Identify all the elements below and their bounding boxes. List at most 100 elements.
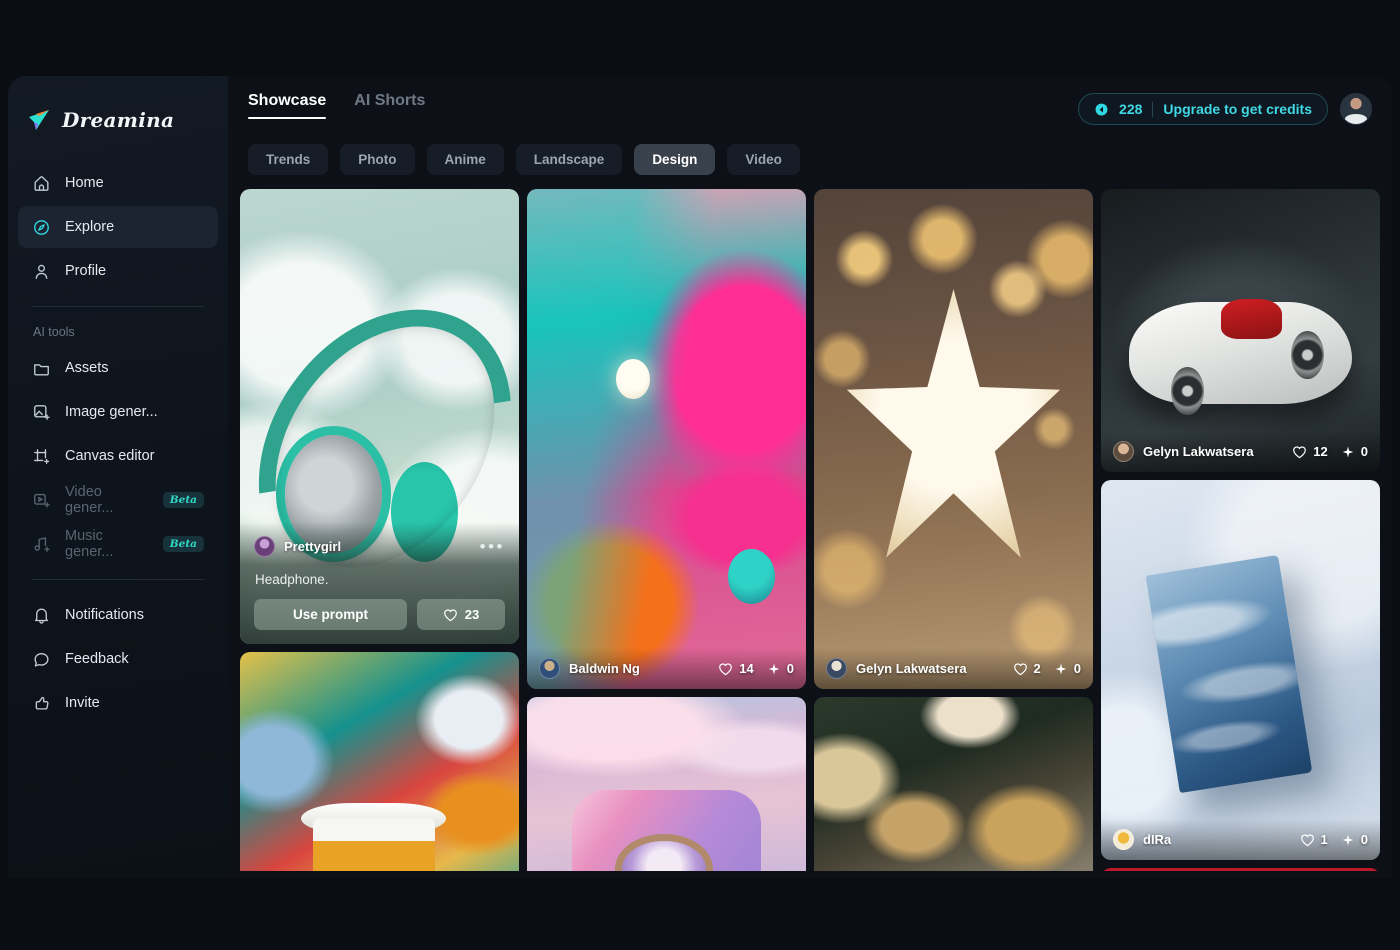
sidebar: Dreamina Home Explore Profile AI tools A… [8, 76, 228, 878]
remix-stat[interactable]: 0 [1054, 661, 1081, 676]
sidebar-item-explore[interactable]: Explore [18, 206, 218, 248]
credit-amount: 228 [1119, 101, 1143, 117]
artwork-book [1101, 480, 1380, 860]
card-hover-panel: Prettygirl ••• Headphone. Use prompt 23 [240, 522, 519, 644]
tab-bar: Showcase AI Shorts [248, 92, 425, 119]
filter-chip-trends[interactable]: Trends [248, 144, 329, 175]
card-author-name: dIRa [1143, 832, 1172, 847]
like-stat[interactable]: 12 [1292, 444, 1328, 459]
remix-stat[interactable]: 0 [767, 661, 794, 676]
sidebar-item-label: Profile [65, 263, 107, 279]
brand[interactable]: Dreamina [18, 94, 218, 140]
avatar[interactable] [1113, 829, 1134, 850]
gallery-card-ornaments[interactable] [814, 697, 1093, 871]
more-options-icon[interactable]: ••• [480, 538, 505, 555]
sidebar-item-music-generator[interactable]: Music gener... Beta [18, 523, 218, 565]
filter-chips: Trends Photo Anime Landscape Design Vide… [236, 138, 1384, 189]
card-author-name: Gelyn Lakwatsera [856, 661, 967, 676]
sidebar-item-home[interactable]: Home [18, 162, 218, 204]
gallery-card-book[interactable]: dIRa 1 0 [1101, 480, 1380, 860]
filter-chip-video[interactable]: Video [727, 144, 800, 175]
gallery-card-star[interactable]: Gelyn Lakwatsera 2 0 [814, 189, 1093, 689]
compass-icon [34, 219, 49, 235]
primary-nav: Home Explore Profile [18, 162, 218, 292]
gallery-grid[interactable]: Prettygirl ••• Headphone. Use prompt 23 [236, 189, 1384, 871]
filter-chip-anime[interactable]: Anime [426, 144, 504, 175]
avatar[interactable] [1113, 441, 1134, 462]
top-bar: Showcase AI Shorts 228 Upgrade to get cr… [236, 76, 1384, 138]
avatar[interactable] [539, 658, 560, 679]
filter-chip-design[interactable]: Design [634, 144, 716, 175]
like-stat[interactable]: 14 [718, 661, 754, 676]
gallery-card-next-partial[interactable] [1101, 868, 1380, 871]
gallery-card-room[interactable]: Baldwin Ng 14 0 [527, 189, 806, 689]
gallery-column-1: Prettygirl ••• Headphone. Use prompt 23 [240, 189, 519, 871]
app-window: Dreamina Home Explore Profile AI tools A… [8, 76, 1392, 878]
avatar[interactable] [1340, 93, 1372, 125]
sidebar-item-label: Notifications [65, 607, 144, 623]
remix-stat[interactable]: 0 [1341, 444, 1368, 459]
sidebar-item-video-generator[interactable]: Video gener... Beta [18, 479, 218, 521]
gallery-card-car[interactable]: Gelyn Lakwatsera 12 0 [1101, 189, 1380, 472]
like-stat[interactable]: 1 [1300, 832, 1328, 847]
sidebar-divider-1 [32, 306, 204, 307]
sidebar-section-label: AI tools [33, 325, 75, 339]
remix-stat[interactable]: 0 [1341, 832, 1368, 847]
gallery-column-2: Baldwin Ng 14 0 [527, 189, 806, 871]
artwork-ornaments [814, 697, 1093, 871]
sidebar-item-notifications[interactable]: Notifications [18, 594, 218, 636]
sidebar-item-label: Canvas editor [65, 448, 155, 464]
sidebar-item-assets[interactable]: Assets [18, 347, 218, 389]
use-prompt-button[interactable]: Use prompt [254, 599, 407, 630]
sidebar-item-label: Video gener... [65, 484, 114, 516]
sidebar-item-image-generator[interactable]: Image gener... [18, 391, 218, 433]
music-sparkle-icon [34, 536, 50, 552]
avatar[interactable] [826, 658, 847, 679]
like-count: 12 [1313, 444, 1328, 459]
like-button[interactable]: 23 [417, 599, 505, 630]
card-author-row: Prettygirl ••• [254, 536, 505, 557]
filter-chip-landscape[interactable]: Landscape [515, 144, 623, 175]
artwork-detail [616, 359, 650, 399]
tab-ai-shorts[interactable]: AI Shorts [354, 92, 425, 119]
sidebar-item-canvas-editor[interactable]: Canvas editor [18, 435, 218, 477]
upgrade-link[interactable]: Upgrade to get credits [1163, 101, 1312, 117]
top-right-actions: 228 Upgrade to get credits [1078, 92, 1372, 125]
card-stats: 2 0 [1013, 661, 1081, 676]
sidebar-item-invite[interactable]: Invite [18, 682, 218, 724]
gallery-card-yarn[interactable] [240, 652, 519, 871]
card-stats: 12 0 [1292, 444, 1368, 459]
gallery-card-headphone[interactable]: Prettygirl ••• Headphone. Use prompt 23 [240, 189, 519, 644]
sidebar-item-profile[interactable]: Profile [18, 250, 218, 292]
filter-chip-photo[interactable]: Photo [340, 144, 415, 175]
canvas-icon [34, 448, 50, 464]
home-icon [34, 175, 49, 191]
card-author-name: Prettygirl [284, 539, 342, 554]
remix-count: 0 [786, 661, 794, 676]
sidebar-item-label: Music gener... [65, 528, 114, 560]
card-prompt-text: Headphone. [255, 572, 329, 587]
avatar[interactable] [254, 536, 275, 557]
artwork-partial [1101, 868, 1380, 871]
tab-showcase[interactable]: Showcase [248, 92, 327, 119]
card-footer: Baldwin Ng 14 0 [527, 648, 806, 689]
credits-pill[interactable]: 228 Upgrade to get credits [1078, 93, 1328, 125]
heart-icon [1293, 446, 1307, 458]
gallery-card-camera[interactable] [527, 697, 806, 871]
remix-count: 0 [1073, 661, 1081, 676]
artwork-detail [846, 289, 1061, 558]
like-count: 2 [1033, 661, 1041, 676]
card-footer: Gelyn Lakwatsera 2 0 [814, 648, 1093, 689]
like-stat[interactable]: 2 [1013, 661, 1041, 676]
artwork-star [814, 189, 1093, 689]
sparkle-icon [1342, 445, 1354, 458]
dreamina-logo-icon [29, 110, 49, 130]
beta-badge: Beta [162, 492, 204, 508]
artwork-car [1101, 189, 1380, 472]
like-count: 1 [1320, 832, 1328, 847]
bell-icon [34, 608, 49, 624]
sidebar-item-feedback[interactable]: Feedback [18, 638, 218, 680]
heart-icon [719, 663, 733, 675]
sparkle-icon [768, 662, 780, 675]
sidebar-item-label: Invite [65, 695, 100, 711]
